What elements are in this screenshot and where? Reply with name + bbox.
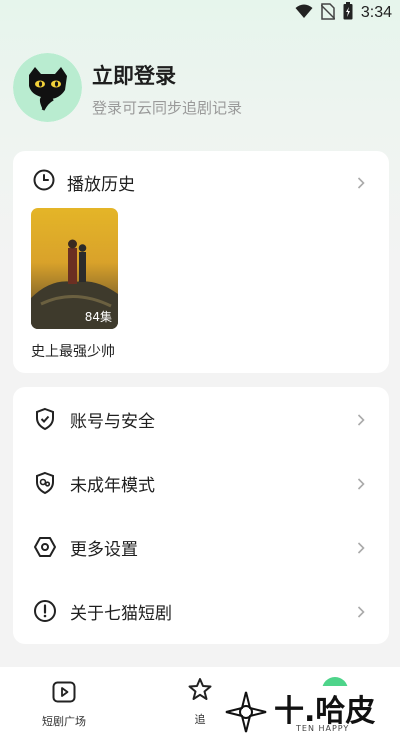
star-icon bbox=[187, 677, 213, 705]
no-sim-icon bbox=[320, 2, 336, 24]
shield-icon bbox=[33, 407, 57, 431]
history-label: 播放历史 bbox=[67, 174, 135, 195]
chevron-right-icon bbox=[357, 542, 367, 554]
episode-count: 84集 bbox=[84, 310, 112, 324]
clock: 3:34 bbox=[360, 4, 392, 21]
battery-icon bbox=[343, 2, 353, 24]
chevron-right-icon bbox=[357, 478, 367, 490]
brand-logo: 十.哈皮 TEN HAPPY bbox=[224, 686, 380, 738]
info-icon bbox=[33, 599, 57, 623]
status-bar: 3:34 bbox=[0, 0, 400, 24]
clock-icon bbox=[33, 169, 55, 195]
menu-item-label: 账号与安全 bbox=[70, 411, 155, 432]
brand-subtitle: TEN HAPPY bbox=[296, 724, 350, 733]
menu-item-about[interactable]: 关于七猫短剧 bbox=[13, 585, 389, 637]
history-card: 播放历史 84集 史上最强少帅 bbox=[13, 151, 389, 373]
tab-label: 追 bbox=[194, 713, 206, 726]
wifi-icon bbox=[295, 3, 313, 23]
menu-item-account-security[interactable]: 账号与安全 bbox=[13, 393, 389, 445]
login-subtitle: 登录可云同步追剧记录 bbox=[92, 99, 243, 117]
gear-icon bbox=[33, 535, 57, 559]
menu-item-more-settings[interactable]: 更多设置 bbox=[13, 521, 389, 573]
watermark-text: 下载云游戏 bbox=[148, 351, 229, 369]
tab-drama-square[interactable]: 短剧广场 bbox=[42, 681, 86, 729]
login-title[interactable]: 立即登录 bbox=[92, 60, 176, 90]
tab-label: 短剧广场 bbox=[42, 715, 86, 728]
brand-title: 十.哈皮 bbox=[274, 694, 376, 729]
chevron-right-icon bbox=[357, 606, 367, 618]
tab-follow[interactable]: 追 bbox=[187, 677, 213, 727]
cat-avatar-icon bbox=[13, 53, 82, 122]
menu-item-label: 未成年模式 bbox=[70, 475, 155, 496]
drama-title[interactable]: 史上最强少帅 bbox=[31, 341, 115, 361]
history-header[interactable]: 播放历史 bbox=[33, 169, 135, 195]
menu-item-label: 更多设置 bbox=[70, 539, 138, 560]
chevron-right-icon bbox=[357, 414, 367, 426]
settings-card: 账号与安全 未成年模式 更多设置 关于七猫短剧 bbox=[13, 387, 389, 644]
compass-logo-icon bbox=[225, 691, 267, 733]
menu-item-minor-mode[interactable]: 未成年模式 bbox=[13, 457, 389, 509]
avatar[interactable] bbox=[13, 53, 82, 122]
child-mode-icon bbox=[33, 471, 57, 495]
menu-item-label: 关于七猫短剧 bbox=[70, 603, 172, 624]
chevron-right-icon[interactable] bbox=[357, 177, 367, 189]
play-square-icon bbox=[52, 681, 76, 707]
drama-poster[interactable]: 84集 bbox=[31, 208, 118, 329]
